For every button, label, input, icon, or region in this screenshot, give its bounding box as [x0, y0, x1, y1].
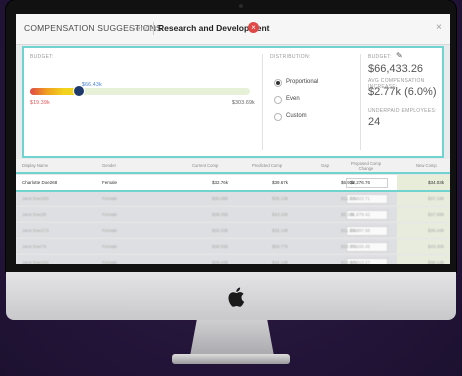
radio-proportional[interactable]: [274, 79, 282, 87]
cell-predicted-comp: $43.16k: [272, 212, 289, 217]
col-current-comp[interactable]: Current Comp: [192, 163, 218, 168]
cell-predicted-comp: $35.13k: [272, 196, 289, 201]
cell-new-comp: $34.03k: [428, 180, 445, 185]
budget-panel: BUDGET: $66.43k $19.39k $303.69k DISTRIB…: [24, 48, 442, 156]
table-row[interactable]: Jane Doe160 Female $30.08k $35.13k $11.12k $3…: [16, 190, 450, 206]
col-proposed-change[interactable]: Proposed Comp Change: [346, 161, 386, 171]
budget-slider-fill: [30, 88, 79, 95]
cell-new-comp: $37.88k: [428, 212, 445, 217]
panel-divider: [360, 54, 361, 150]
modal-header: COMPENSATION SUGGESTIONS: Gender Researc…: [16, 14, 450, 45]
table-row[interactable]: Jane Doe28 Female $38.05k $43.16k $5.10k $1,6…: [16, 206, 450, 222]
header-divider: [153, 22, 154, 35]
cell-current-comp: $38.55k: [212, 244, 229, 249]
cell-proposed-change: $2,276.76: [350, 180, 371, 185]
option-proportional-label: Proportional: [286, 79, 319, 85]
cell-predicted-comp: $42.14k: [272, 260, 289, 264]
camera-icon: [239, 4, 243, 8]
cell-gender: Female: [102, 260, 118, 264]
cell-current-comp: $32.76k: [212, 180, 229, 185]
col-new-comp[interactable]: New Comp: [416, 163, 437, 168]
cell-proposed-change: $1,679.42: [350, 212, 371, 217]
app-screen: COMPENSATION SUGGESTIONS: Gender Researc…: [16, 14, 450, 264]
cell-predicted-comp: $32.14k: [272, 228, 289, 233]
avg-increase-value: $2.77k (6.0%): [368, 86, 437, 98]
cell-predicted-comp: $60.77k: [272, 244, 289, 249]
col-predicted-comp[interactable]: Predicted Comp: [252, 163, 282, 168]
summary-budget-label: BUDGET:: [368, 54, 392, 60]
close-icon[interactable]: ×: [436, 22, 442, 33]
cell-current-comp: $32.03k: [212, 228, 229, 233]
cell-proposed-change: $3,823.71: [350, 196, 371, 201]
cell-proposed-change: $5,150.45: [350, 244, 371, 249]
table-row[interactable]: Jane Doe173 Female $32.03k $32.14k $11.16k $3…: [16, 222, 450, 238]
cell-gender: Female: [102, 196, 118, 201]
underpaid-value: 24: [368, 116, 381, 128]
cell-name: Jane Doe28: [22, 212, 47, 217]
option-even-label: Even: [286, 96, 300, 102]
cell-new-comp: $36.14k: [428, 260, 445, 264]
cell-proposed-change: $3,997.58: [350, 228, 371, 233]
col-display-name[interactable]: Display Name: [22, 163, 48, 168]
distribution-label: DISTRIBUTION:: [270, 54, 311, 60]
monitor-stand: [190, 320, 274, 356]
table-row[interactable]: Jane Doe102 Female $29.44k $42.14k $13.04k $7…: [16, 254, 450, 264]
cell-gender: Female: [102, 180, 118, 185]
cell-new-comp: $36.44k: [428, 228, 445, 233]
col-gap[interactable]: Gap: [321, 163, 329, 168]
budget-max-label: $303.69k: [232, 100, 255, 106]
remove-filter-icon[interactable]: ×: [248, 22, 259, 33]
cell-name: Jane Doe173: [22, 228, 49, 233]
cell-new-comp: $43.30k: [428, 244, 445, 249]
budget-min-label: $19.39k: [30, 100, 50, 106]
panel-divider: [262, 54, 263, 150]
budget-slider-handle[interactable]: [73, 85, 86, 97]
cell-name: Charlotte Doe268: [22, 180, 58, 185]
budget-slider-track[interactable]: [30, 88, 250, 95]
cell-new-comp: $37.19k: [428, 196, 445, 201]
radio-even[interactable]: [274, 96, 282, 104]
cell-current-comp: $30.08k: [212, 196, 229, 201]
underpaid-label: UNDERPAID EMPLOYEES:: [368, 108, 437, 114]
table-header: Display Name Gender Current Comp Predict…: [16, 159, 450, 173]
table-row[interactable]: Charlotte Doe268 Female $32.76k $39.67k $6.9…: [16, 174, 450, 190]
cell-current-comp: $29.44k: [212, 260, 229, 264]
cell-name: Jane Doe74: [22, 244, 47, 249]
cell-predicted-comp: $39.67k: [272, 180, 289, 185]
cell-proposed-change: $7,013.27: [350, 260, 371, 264]
budget-value: $66,433.26: [368, 63, 424, 75]
cell-name: Jane Doe160: [22, 196, 49, 201]
cell-name: Jane Doe102: [22, 260, 49, 264]
table-row[interactable]: Jane Doe74 Female $38.55k $60.77k $18.77k $5,…: [16, 238, 450, 254]
apple-logo-icon: [228, 287, 245, 307]
col-gender[interactable]: Gender: [102, 163, 116, 168]
cell-gender: Female: [102, 244, 118, 249]
cell-gender: Female: [102, 228, 118, 233]
pencil-icon[interactable]: ✎: [396, 51, 403, 60]
cell-gender: Female: [102, 212, 118, 217]
radio-custom[interactable]: [274, 113, 282, 121]
budget-label: BUDGET:: [30, 54, 54, 60]
option-custom-label: Custom: [286, 113, 307, 119]
monitor-foot: [172, 354, 290, 364]
cell-current-comp: $38.05k: [212, 212, 229, 217]
